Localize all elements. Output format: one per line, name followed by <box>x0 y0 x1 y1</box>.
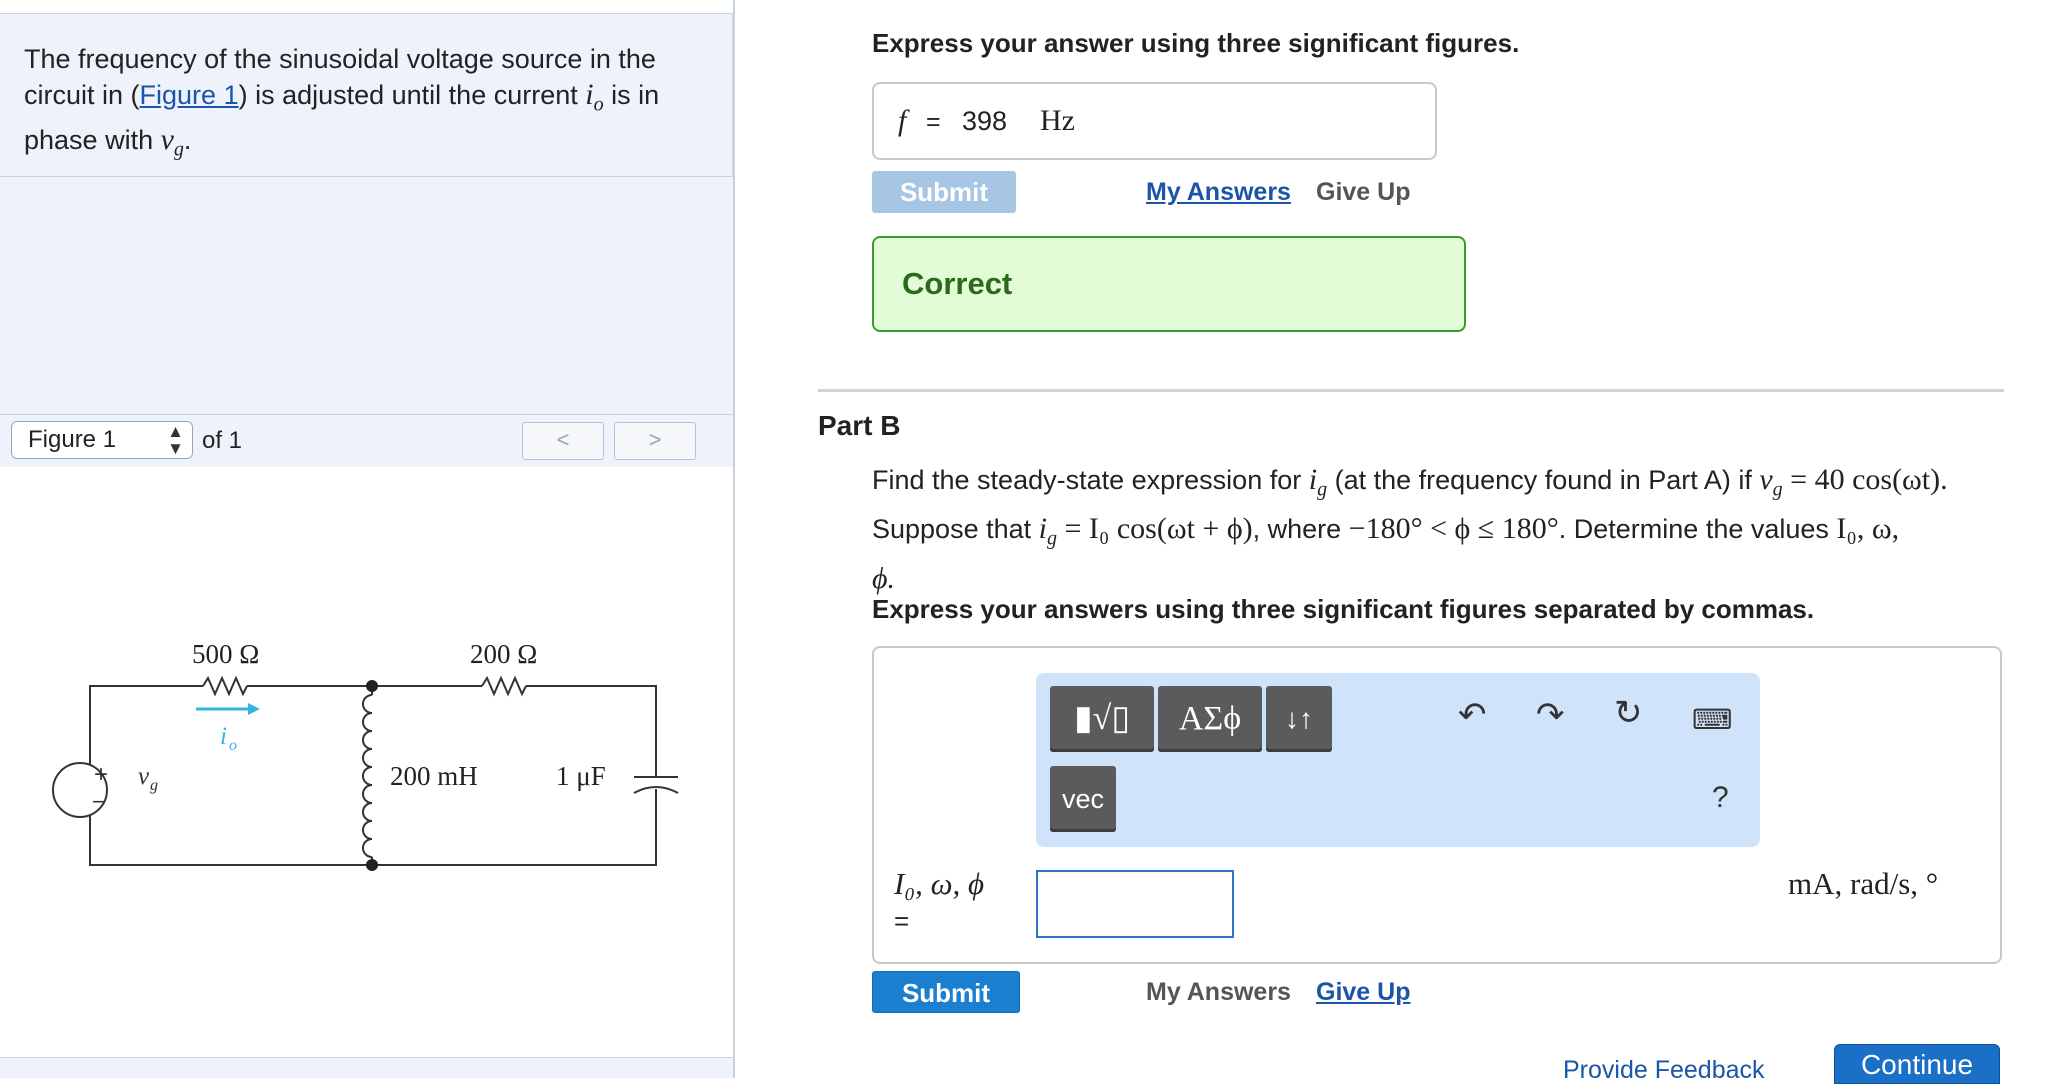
input-variables-label: I₀, ω, ϕ <box>894 866 985 901</box>
part-a-my-answers-link[interactable]: My Answers <box>1146 178 1291 207</box>
wire-top-left <box>89 685 203 773</box>
source-minus: − <box>92 789 105 814</box>
figure-select-value: Figure 1 <box>28 426 117 453</box>
problem-text-2: ) is adjusted until the current <box>238 80 586 110</box>
node-bottom <box>366 859 378 871</box>
problem-statement: The frequency of the sinusoidal voltage … <box>0 13 733 177</box>
part-b-my-answers-link[interactable]: My Answers <box>1146 978 1291 1007</box>
problem-period: . <box>183 125 192 156</box>
part-b-line-2: Suppose that ig = I₀ cos(ωt + ϕ), where … <box>872 509 2002 558</box>
ig-subscript-2: g <box>1046 527 1057 550</box>
voltage-symbol: v <box>160 123 174 157</box>
part-b-units: mA, rad/s, ° <box>1788 866 1939 901</box>
current-label-sub: o <box>229 737 237 754</box>
part-a-feedback: Correct <box>872 236 1466 332</box>
values-list: I₀, ω, <box>1836 512 1900 546</box>
continue-button[interactable]: Continue <box>1834 1044 2000 1084</box>
templates-button[interactable]: ▮√▯ <box>1050 686 1154 752</box>
part-b-text-3: Suppose that <box>872 514 1039 545</box>
next-figure-button[interactable]: > <box>614 422 696 460</box>
wire-right <box>89 789 657 866</box>
r1-label: 500 Ω <box>192 639 259 669</box>
inductor-icon <box>362 694 373 858</box>
resistor-200-icon <box>481 675 527 697</box>
select-arrows-icon: ▲ ▼ <box>167 422 184 458</box>
part-b-submit-button[interactable]: Submit <box>872 971 1020 1013</box>
arrows-icon: ↓↑ <box>1285 703 1313 734</box>
keyboard-icon[interactable]: ⌨ <box>1692 703 1732 736</box>
part-b-text-2: (at the frequency found in Part A) if <box>1327 465 1760 495</box>
part-b-give-up-link[interactable]: Give Up <box>1316 978 1410 1007</box>
ig-subscript: g <box>1317 478 1328 501</box>
templates-icon: ▮√▯ <box>1073 700 1131 737</box>
resistor-500-icon <box>202 675 248 697</box>
arrows-button[interactable]: ↓↑ <box>1266 686 1332 752</box>
source-label: v <box>138 763 150 790</box>
vec-label: vec <box>1061 784 1105 814</box>
figure-count: of 1 <box>202 427 243 454</box>
source-label-sub: g <box>150 777 158 794</box>
vg-expression: = 40 cos(ωt). <box>1782 463 1948 496</box>
part-b-line-1: Find the steady-state expression for ig … <box>872 460 2002 509</box>
part-b-answer-input[interactable] <box>1036 870 1234 938</box>
current-label: i <box>220 723 227 750</box>
answer-a-value: 398 <box>962 106 1008 136</box>
input-equals: = <box>894 906 910 936</box>
part-a-submit-button[interactable]: Submit <box>872 171 1016 213</box>
ig-symbol: i <box>1308 463 1318 496</box>
inductor-label: 200 mH <box>390 761 478 791</box>
left-panel: The frequency of the sinusoidal voltage … <box>0 0 735 1078</box>
part-b-text-5: . Determine the values <box>1558 514 1837 545</box>
ig-expression: = I₀ cos(ωt + ϕ) <box>1056 512 1253 546</box>
capacitor-label: 1 μF <box>556 761 606 791</box>
column-divider <box>733 0 735 1078</box>
figure-link[interactable]: Figure 1 <box>140 80 239 110</box>
current-arrowhead-icon <box>248 703 260 715</box>
voltage-subscript: g <box>173 138 184 161</box>
prev-figure-button[interactable]: < <box>522 422 604 460</box>
greek-symbols-button[interactable]: ΑΣϕ <box>1158 686 1262 752</box>
help-icon[interactable]: ? <box>1712 781 1729 815</box>
circuit-diagram: + − 500 Ω 200 Ω 200 mH 1 μF i o v g <box>52 639 679 871</box>
r2-label: 200 Ω <box>470 639 537 669</box>
part-a-instruction: Express your answer using three signific… <box>872 28 1520 58</box>
current-symbol: i <box>585 78 594 111</box>
greek-icon: ΑΣϕ <box>1178 700 1242 737</box>
vg-subscript: g <box>1772 478 1783 501</box>
ig-symbol-2: i <box>1038 512 1047 546</box>
answer-a-unit: Hz <box>1040 104 1075 137</box>
part-b-text-4: , where <box>1252 514 1349 545</box>
correct-text: Correct <box>902 266 1013 301</box>
redo-icon[interactable]: ↷ <box>1536 695 1565 735</box>
figure-toolbar: Figure 1 ▲ ▼ of 1 < > <box>0 414 733 468</box>
provide-feedback-link[interactable]: Provide Feedback <box>1563 1056 1765 1085</box>
vg-symbol: v <box>1759 463 1773 496</box>
phase-range: −180° < ϕ ≤ 180° <box>1348 512 1559 546</box>
undo-icon[interactable]: ↶ <box>1458 695 1487 735</box>
left-bottom-fill <box>0 1058 733 1078</box>
source-plus: + <box>94 761 108 788</box>
part-b-question: Find the steady-state expression for ig … <box>872 460 2002 598</box>
reset-icon[interactable]: ↻ <box>1614 693 1643 733</box>
part-divider <box>818 389 2004 392</box>
part-b-title: Part B <box>818 410 901 441</box>
chevron-right-icon: > <box>648 427 662 452</box>
current-subscript: o <box>593 93 604 116</box>
left-spacer <box>0 177 735 417</box>
node-top <box>366 680 378 692</box>
answer-a-equals: = <box>926 108 941 136</box>
chevron-left-icon: < <box>556 427 570 452</box>
vec-button[interactable]: vec <box>1050 766 1116 832</box>
math-toolbar: ▮√▯ ΑΣϕ ↓↑ vec ↶ ↷ ↻ ⌨ ? <box>1036 673 1760 847</box>
answer-a-variable: f <box>898 104 907 137</box>
part-a-answer-box: f = 398 Hz <box>872 82 1437 160</box>
figure-area: + − 500 Ω 200 Ω 200 mH 1 μF i o v g <box>0 467 733 1057</box>
part-b-line-3: ϕ. <box>872 561 896 595</box>
part-b-text-1: Find the steady-state expression for <box>872 465 1309 495</box>
part-a-give-up-link[interactable]: Give Up <box>1316 178 1410 207</box>
figure-select[interactable]: Figure 1 ▲ ▼ <box>11 421 193 459</box>
part-b-instruction: Express your answers using three signifi… <box>872 594 1815 624</box>
